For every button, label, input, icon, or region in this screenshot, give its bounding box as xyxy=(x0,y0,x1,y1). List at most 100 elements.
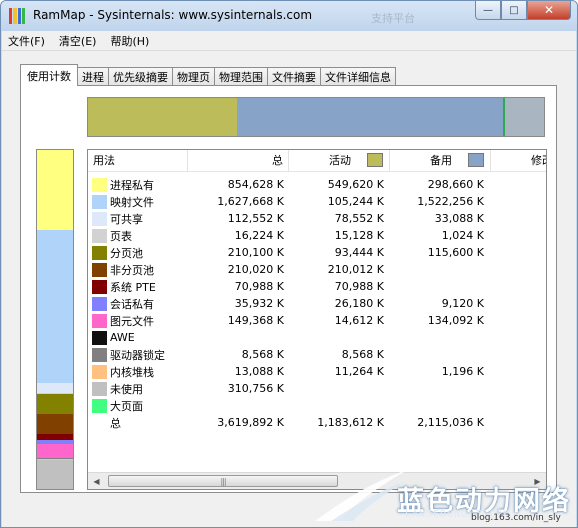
usage-segment-shareable xyxy=(37,382,73,394)
total-cell: 854,628 K xyxy=(227,178,284,191)
usage-label: AWE xyxy=(110,331,135,344)
table-row[interactable]: 非分页池 210,020 K 210,012 K xyxy=(88,261,546,278)
header-total[interactable]: 总 xyxy=(188,150,289,172)
usage-color-swatch xyxy=(92,228,107,243)
tab-physical-ranges[interactable]: 物理范围 xyxy=(214,67,268,86)
title-ghost-text: 支持平台 xyxy=(371,12,415,25)
usage-label: 大页面 xyxy=(110,399,143,413)
minimize-button[interactable]: — xyxy=(475,1,501,20)
standby-color-swatch xyxy=(468,153,484,167)
standby-cell: 115,600 K xyxy=(427,246,484,259)
minimize-icon: — xyxy=(483,4,493,16)
watermark-blog: blog.163.com/in_sly xyxy=(471,513,561,523)
table-row[interactable]: 大页面 xyxy=(88,397,546,414)
usage-label: 页表 xyxy=(110,229,132,243)
tab-file-details[interactable]: 文件详细信息 xyxy=(320,67,396,86)
table-row[interactable]: 驱动器锁定 8,568 K 8,568 K xyxy=(88,346,546,363)
usage-cell: 总 xyxy=(88,415,188,431)
standby-cell: 9,120 K xyxy=(441,297,484,310)
table-row[interactable]: 进程私有 854,628 K 549,620 K 298,660 K xyxy=(88,176,546,193)
usage-label: 系统 PTE xyxy=(110,280,156,294)
standby-cell: 134,092 K xyxy=(427,314,484,327)
usage-segment-nonpaged-pool xyxy=(37,414,73,434)
usage-color-swatch xyxy=(92,381,107,396)
menu-help[interactable]: 帮助(H) xyxy=(110,33,149,49)
usage-table: 用法 总 活动 备用 修改 进程私有 854,628 K 549,620 K 298,… xyxy=(87,149,547,490)
usage-segment-metafile xyxy=(37,443,73,458)
total-cell: 8,568 K xyxy=(241,348,284,361)
usage-label: 进程私有 xyxy=(110,178,154,192)
table-row[interactable]: 页表 16,224 K 15,128 K 1,024 K xyxy=(88,227,546,244)
header-active-label: 活动 xyxy=(329,154,351,167)
usage-cell: 分页池 xyxy=(88,245,188,261)
usage-cell: 未使用 xyxy=(88,381,188,397)
tab-use-counts[interactable]: 使用计数 xyxy=(20,64,78,86)
active-color-swatch xyxy=(367,153,383,167)
header-modified[interactable]: 修改 xyxy=(491,150,546,172)
menu-bar: 文件(F) 清空(E) 帮助(H) xyxy=(2,31,576,51)
active-cell: 78,552 K xyxy=(334,212,384,225)
table-row[interactable]: 系统 PTE 70,988 K 70,988 K xyxy=(88,278,546,295)
total-cell: 149,368 K xyxy=(227,314,284,327)
state-segment-standby xyxy=(237,98,504,136)
usage-label: 分页池 xyxy=(110,246,143,260)
usage-label: 会话私有 xyxy=(110,297,154,311)
active-cell: 210,012 K xyxy=(327,263,384,276)
usage-cell: 会话私有 xyxy=(88,296,188,312)
table-row[interactable]: 内核堆栈 13,088 K 11,264 K 1,196 K xyxy=(88,363,546,380)
tab-file-summary[interactable]: 文件摘要 xyxy=(267,67,321,86)
usage-cell: 系统 PTE xyxy=(88,279,188,295)
usage-cell: 内核堆栈 xyxy=(88,364,188,380)
table-row[interactable]: 未使用 310,756 K xyxy=(88,380,546,397)
total-cell: 210,020 K xyxy=(227,263,284,276)
scroll-left-icon[interactable]: ◀ xyxy=(88,473,105,489)
rammap-window: RamMap - Sysinternals: www.sysinternals.… xyxy=(0,0,578,528)
table-row[interactable]: 总 3,619,892 K 1,183,612 K 2,115,036 K xyxy=(88,414,546,431)
active-cell: 549,620 K xyxy=(327,178,384,191)
usage-label: 可共享 xyxy=(110,212,143,226)
usage-color-swatch xyxy=(92,211,107,226)
table-row[interactable]: 图元文件 149,368 K 14,612 K 134,092 K xyxy=(88,312,546,329)
tab-processes[interactable]: 进程 xyxy=(77,67,109,86)
active-cell: 93,444 K xyxy=(334,246,384,259)
usage-color-swatch xyxy=(92,279,107,294)
usage-cell: 驱动器锁定 xyxy=(88,347,188,363)
usage-cell: AWE xyxy=(88,330,188,345)
usage-cell: 图元文件 xyxy=(88,313,188,329)
active-cell: 70,988 K xyxy=(334,280,384,293)
total-cell: 70,988 K xyxy=(234,280,284,293)
tab-priority-summary[interactable]: 优先级摘要 xyxy=(108,67,173,86)
header-active[interactable]: 活动 xyxy=(289,150,390,172)
window-title: RamMap - Sysinternals: www.sysinternals.… xyxy=(33,8,313,22)
usage-color-swatch xyxy=(92,245,107,260)
tab-physical-pages[interactable]: 物理页 xyxy=(172,67,215,86)
table-row[interactable]: 可共享 112,552 K 78,552 K 33,088 K xyxy=(88,210,546,227)
table-row[interactable]: 会话私有 35,932 K 26,180 K 9,120 K xyxy=(88,295,546,312)
menu-empty[interactable]: 清空(E) xyxy=(59,33,97,49)
maximize-button[interactable]: □ xyxy=(501,1,527,20)
rammap-app-icon xyxy=(9,8,25,24)
active-cell: 15,128 K xyxy=(334,229,384,242)
menu-file[interactable]: 文件(F) xyxy=(8,33,45,49)
usage-color-swatch xyxy=(92,398,107,413)
close-button[interactable]: ✕ xyxy=(527,1,571,20)
header-usage[interactable]: 用法 xyxy=(88,150,188,172)
site-watermark: 蓝色动力网络 LANSEDONGLI.COM blog.163.com/in_s… xyxy=(301,463,577,527)
total-cell: 112,552 K xyxy=(227,212,284,225)
standby-cell: 2,115,036 K xyxy=(417,416,484,429)
total-cell: 3,619,892 K xyxy=(217,416,284,429)
table-row[interactable]: 分页池 210,100 K 93,444 K 115,600 K xyxy=(88,244,546,261)
active-cell: 8,568 K xyxy=(341,348,384,361)
table-row[interactable]: AWE xyxy=(88,329,546,346)
active-cell: 105,244 K xyxy=(327,195,384,208)
maximize-icon: □ xyxy=(509,4,519,16)
title-bar[interactable]: RamMap - Sysinternals: www.sysinternals.… xyxy=(1,1,577,31)
usage-cell: 映射文件 xyxy=(88,194,188,210)
standby-cell: 1,024 K xyxy=(441,229,484,242)
header-standby[interactable]: 备用 xyxy=(390,150,491,172)
grip-icon: ||| xyxy=(220,476,226,486)
usage-cell: 进程私有 xyxy=(88,177,188,193)
usage-cell: 非分页池 xyxy=(88,262,188,278)
total-cell: 310,756 K xyxy=(227,382,284,395)
table-row[interactable]: 映射文件 1,627,668 K 105,244 K 1,522,256 K xyxy=(88,193,546,210)
